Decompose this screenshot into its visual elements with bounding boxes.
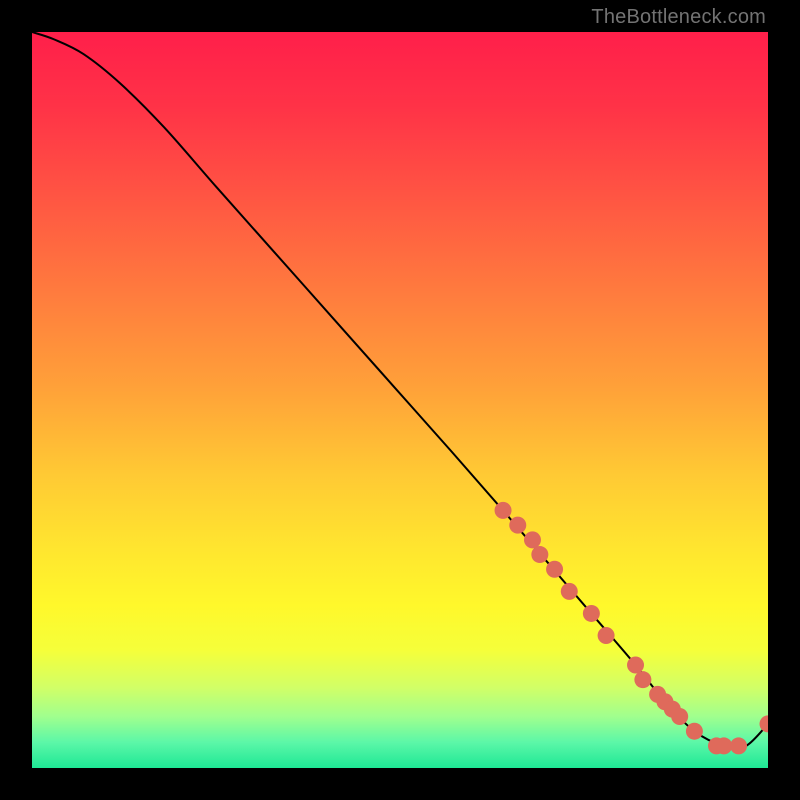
- plot-area: [32, 32, 768, 768]
- gradient-background: [32, 32, 768, 768]
- marker-point: [495, 502, 512, 519]
- plot-svg: [32, 32, 768, 768]
- marker-point: [686, 723, 703, 740]
- marker-point: [715, 737, 732, 754]
- marker-point: [546, 561, 563, 578]
- marker-point: [531, 546, 548, 563]
- marker-point: [561, 583, 578, 600]
- marker-point: [627, 656, 644, 673]
- marker-point: [509, 517, 526, 534]
- marker-point: [598, 627, 615, 644]
- marker-point: [730, 737, 747, 754]
- watermark-label: TheBottleneck.com: [591, 6, 766, 29]
- chart-stage: TheBottleneck.com: [0, 0, 800, 800]
- marker-point: [634, 671, 651, 688]
- marker-point: [524, 531, 541, 548]
- marker-point: [583, 605, 600, 622]
- marker-point: [671, 708, 688, 725]
